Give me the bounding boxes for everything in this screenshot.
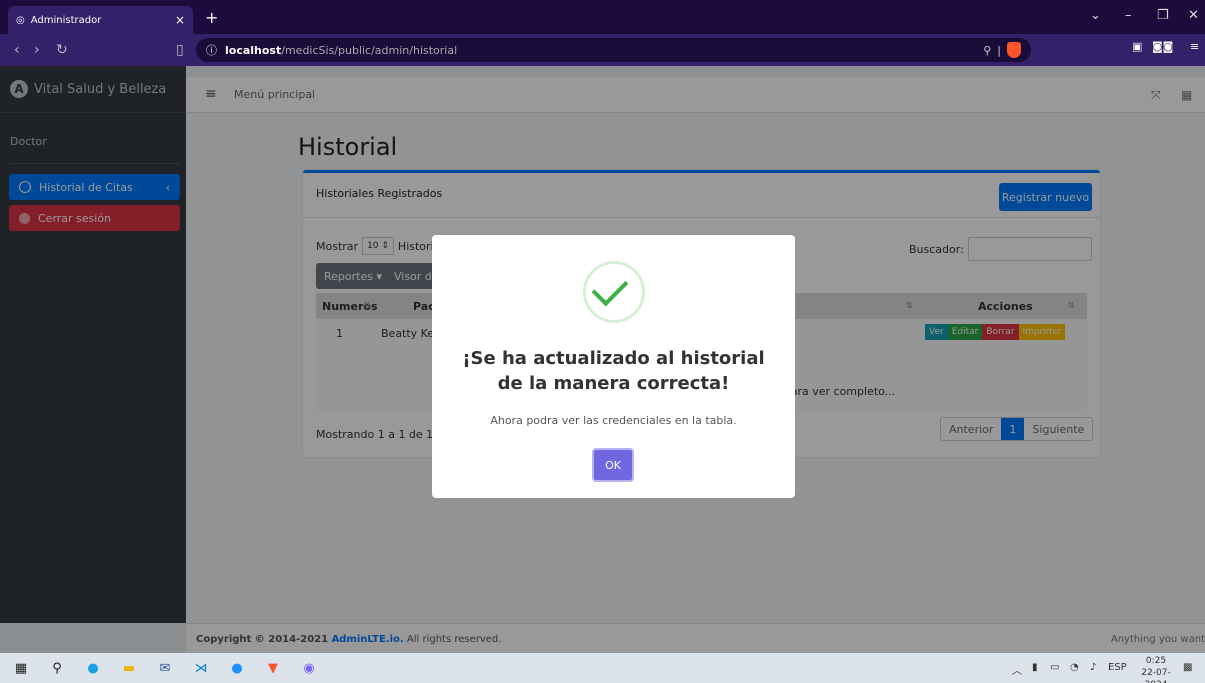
maximize-icon[interactable]: ❐	[1157, 8, 1169, 23]
forward-icon[interactable]: ›	[34, 42, 40, 58]
tab-close-icon[interactable]: ×	[175, 13, 185, 27]
bookmark-icon[interactable]: ▯	[176, 42, 184, 58]
tray-chevron-icon[interactable]: ︿	[1012, 662, 1022, 677]
globe-icon: ◎	[16, 14, 25, 26]
vpn-icon[interactable]: ◙◙	[1152, 40, 1173, 60]
edge-icon[interactable]: ●	[84, 659, 102, 677]
windows-taskbar: ▦ ⚲ ● ▬ ✉ ⋊ ● ▼ ◉ ︿ ▮ ▭ ◔ ♪ ESP 0:25 22-…	[0, 653, 1205, 683]
language-indicator[interactable]: ESP	[1108, 662, 1127, 673]
clock-date: 22-07-2024	[1141, 668, 1171, 683]
minimize-icon[interactable]: –	[1125, 8, 1132, 23]
battery-icon[interactable]: ▭	[1050, 662, 1059, 673]
mic-icon[interactable]: ▮	[1032, 662, 1038, 673]
browser-toolbar: ‹ › ↻ ▯ ⓘ localhost /medicSis/public/adm…	[0, 34, 1205, 66]
info-icon: ⓘ	[206, 44, 217, 57]
search-icon[interactable]: ⚲	[48, 659, 66, 677]
system-clock[interactable]: 0:25 22-07-2024	[1138, 655, 1174, 683]
success-dialog: ¡Se ha actualizado al historial de la ma…	[432, 235, 795, 498]
reload-icon[interactable]: ↻	[56, 42, 68, 58]
wifi-icon[interactable]: ◔	[1070, 662, 1079, 673]
close-window-icon[interactable]: ✕	[1188, 8, 1199, 23]
notification-icon[interactable]: ▩	[1183, 662, 1192, 673]
tab-title: Administrador	[30, 14, 102, 26]
url-host: localhost	[225, 43, 282, 57]
success-check-icon	[583, 261, 645, 323]
sidebar-toggle-icon[interactable]: ▣	[1132, 40, 1142, 60]
vscode-icon[interactable]: ⋊	[192, 659, 210, 677]
brave-shield-icon[interactable]	[1007, 42, 1021, 58]
app-icon[interactable]: ●	[228, 659, 246, 677]
browser-tabbar: ◎ Administrador × + ⌄ – ❐ ✕	[0, 0, 1205, 34]
windows-start-icon[interactable]: ▦	[12, 659, 30, 677]
browser-tab[interactable]: ◎ Administrador ×	[8, 6, 193, 34]
dialog-ok-button[interactable]: OK	[592, 448, 634, 482]
zoom-icon[interactable]: ⚲	[983, 44, 991, 57]
chrome-dev-icon[interactable]: ◉	[300, 659, 318, 677]
tab-list-icon[interactable]: ⌄	[1090, 8, 1101, 23]
dialog-text: Ahora podra ver las credenciales en la t…	[490, 414, 737, 427]
mail-icon[interactable]: ✉	[156, 659, 174, 677]
back-icon[interactable]: ‹	[14, 42, 20, 58]
file-explorer-icon[interactable]: ▬	[120, 659, 138, 677]
clock-time: 0:25	[1145, 656, 1167, 666]
browser-menu-icon[interactable]: ≡	[1190, 40, 1199, 60]
brave-icon[interactable]: ▼	[264, 659, 282, 677]
url-bar[interactable]: ⓘ localhost /medicSis/public/admin/histo…	[196, 38, 1031, 62]
dialog-title: ¡Se ha actualizado al historial de la ma…	[462, 348, 765, 394]
new-tab-button[interactable]: +	[205, 8, 218, 27]
volume-icon[interactable]: ♪	[1090, 662, 1096, 673]
url-path: /medicSis/public/admin/historial	[281, 43, 458, 57]
